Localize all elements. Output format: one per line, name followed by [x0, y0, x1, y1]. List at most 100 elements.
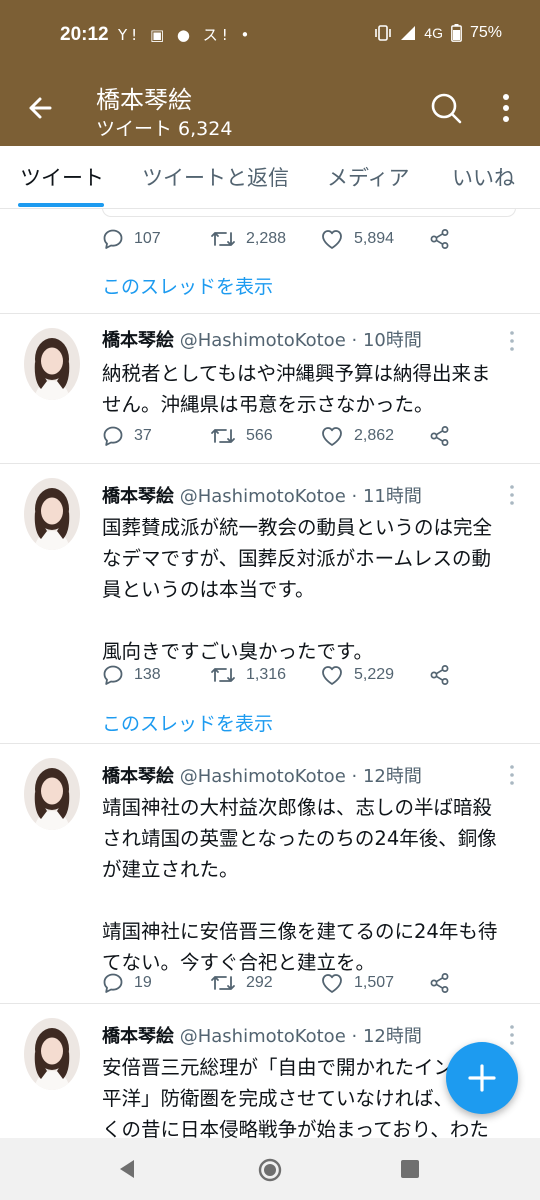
retweet-count: 566 [246, 427, 273, 444]
tweet-item[interactable]: 橋本琴絵 @HashimotoKotoe · 10時間 納税者としてもはや沖縄興… [0, 314, 540, 463]
profile-photo-icon [24, 1018, 80, 1090]
kebab-menu-icon [510, 485, 514, 505]
profile-photo-icon [24, 478, 80, 550]
retweet-button[interactable]: 2,288 [210, 228, 286, 250]
heart-icon [322, 666, 342, 685]
tab-media[interactable]: メディア [327, 162, 410, 192]
tweet-actions: 19 292 1,507 [102, 972, 522, 1000]
kebab-menu-icon [510, 765, 514, 785]
signal-icon [401, 26, 416, 40]
tweet-menu-button[interactable] [506, 330, 518, 352]
system-navigation-bar [0, 1138, 540, 1200]
tweet-item[interactable]: 橋本琴絵 @HashimotoKotoe · 12時間 靖国神社の大村益次郎像は… [0, 744, 540, 1003]
kebab-menu-icon [510, 331, 514, 351]
reply-button[interactable]: 37 [102, 425, 152, 447]
tweet-header: 橋本琴絵 @HashimotoKotoe · 12時間 [102, 762, 422, 788]
reply-count: 138 [134, 666, 161, 683]
avatar[interactable] [24, 478, 80, 550]
quoted-card-edge [102, 208, 516, 217]
like-button[interactable]: 2,862 [320, 425, 394, 447]
app-bar: 橋本琴絵 ツイート 6,324 [0, 72, 540, 146]
tweet-text: 靖国神社の大村益次郎像は、志しの半ば暗殺 され靖国の英霊となったのちの24年後、… [102, 796, 498, 974]
tweet-count: ツイート 6,324 [96, 118, 233, 140]
show-thread-link[interactable]: このスレッドを表示 [102, 272, 273, 299]
like-button[interactable]: 1,507 [320, 972, 394, 994]
active-tab-indicator [18, 203, 104, 207]
tab-tweets[interactable]: ツイート [20, 162, 104, 192]
status-time: 20:12 [60, 24, 109, 45]
retweet-icon [211, 668, 235, 682]
avatar[interactable] [24, 1018, 80, 1090]
author-name[interactable]: 橋本琴絵 [102, 330, 174, 351]
share-button[interactable] [429, 972, 451, 994]
avatar[interactable] [24, 328, 80, 400]
compose-tweet-button[interactable] [446, 1042, 518, 1114]
tweet-actions: 138 1,316 5,229 [102, 664, 522, 692]
network-type: 4G [424, 25, 443, 41]
retweet-button[interactable]: 292 [210, 972, 273, 994]
recents-square-icon[interactable] [400, 1159, 420, 1179]
heart-icon [322, 230, 342, 249]
profile-photo-icon [24, 328, 80, 400]
tweet-header: 橋本琴絵 @HashimotoKotoe · 10時間 [102, 326, 422, 352]
battery-percent: 75% [469, 24, 502, 41]
author-handle[interactable]: @HashimotoKotoe [180, 330, 346, 351]
reply-button[interactable]: 19 [102, 972, 152, 994]
author-handle[interactable]: @HashimotoKotoe [180, 766, 346, 787]
retweet-icon [211, 232, 235, 246]
author-handle[interactable]: @HashimotoKotoe [180, 1026, 346, 1047]
tweet-time: · 12時間 [351, 1026, 422, 1047]
vibrate-icon [375, 25, 392, 41]
tweet-actions: 37 566 2,862 [102, 425, 522, 453]
tab-likes[interactable]: いいね [452, 162, 515, 192]
reply-icon [103, 973, 123, 993]
author-name[interactable]: 橋本琴絵 [102, 766, 174, 787]
like-button[interactable]: 5,229 [320, 664, 394, 686]
tweet-actions: 107 2,288 5,894 [102, 228, 522, 256]
tweet-time: · 12時間 [351, 766, 422, 787]
author-name[interactable]: 橋本琴絵 [102, 1026, 174, 1047]
reply-icon [103, 229, 123, 249]
home-circle-icon[interactable] [257, 1157, 283, 1183]
share-icon [430, 229, 449, 249]
timeline[interactable]: 107 2,288 5,894 このスレッドを表示 橋本琴絵 @Hashimot… [0, 208, 540, 1138]
tweet-menu-button[interactable] [506, 764, 518, 786]
share-icon [430, 973, 449, 993]
tweet-item[interactable]: 橋本琴絵 @HashimotoKotoe · 11時間 国葬賛成派が統一教会の動… [0, 464, 540, 743]
reply-count: 37 [134, 427, 152, 444]
back-triangle-icon[interactable] [116, 1158, 138, 1180]
share-icon [430, 426, 449, 446]
heart-icon [322, 974, 342, 993]
reply-icon [103, 426, 123, 446]
search-button[interactable] [428, 90, 464, 126]
back-button[interactable] [22, 88, 62, 128]
reply-count: 107 [134, 230, 161, 247]
reply-button[interactable]: 138 [102, 664, 161, 686]
author-handle[interactable]: @HashimotoKotoe [180, 486, 346, 507]
retweet-button[interactable]: 566 [210, 425, 273, 447]
share-button[interactable] [429, 425, 451, 447]
tweet-text: 納税者としてもはや沖縄興予算は納得出来ま せん。沖縄県は弔意を示さなかった。 [102, 362, 491, 416]
like-button[interactable]: 5,894 [320, 228, 394, 250]
avatar[interactable] [24, 758, 80, 830]
retweet-count: 2,288 [246, 230, 287, 247]
share-button[interactable] [429, 228, 451, 250]
profile-photo-icon [24, 758, 80, 830]
page-title: 橋本琴絵 [96, 86, 192, 114]
author-name[interactable]: 橋本琴絵 [102, 486, 174, 507]
tweet-header: 橋本琴絵 @HashimotoKotoe · 12時間 [102, 1022, 422, 1048]
like-count: 5,894 [354, 230, 395, 247]
tweet-time: · 11時間 [351, 486, 422, 507]
show-thread-link[interactable]: このスレッドを表示 [102, 709, 273, 736]
share-button[interactable] [429, 664, 451, 686]
retweet-button[interactable]: 1,316 [210, 664, 286, 686]
more-options-button[interactable] [494, 90, 518, 126]
tweet-menu-button[interactable] [506, 484, 518, 506]
system-icons: 4G 75% [374, 24, 502, 42]
reply-button[interactable]: 107 [102, 228, 161, 250]
kebab-menu-icon [503, 94, 509, 122]
status-bar: 20:12 Y! ▣ ● ス! • 4G 75% [0, 0, 540, 72]
tab-tweets-replies[interactable]: ツイートと返信 [142, 162, 289, 192]
like-count: 5,229 [354, 666, 395, 683]
heart-icon [322, 427, 342, 446]
